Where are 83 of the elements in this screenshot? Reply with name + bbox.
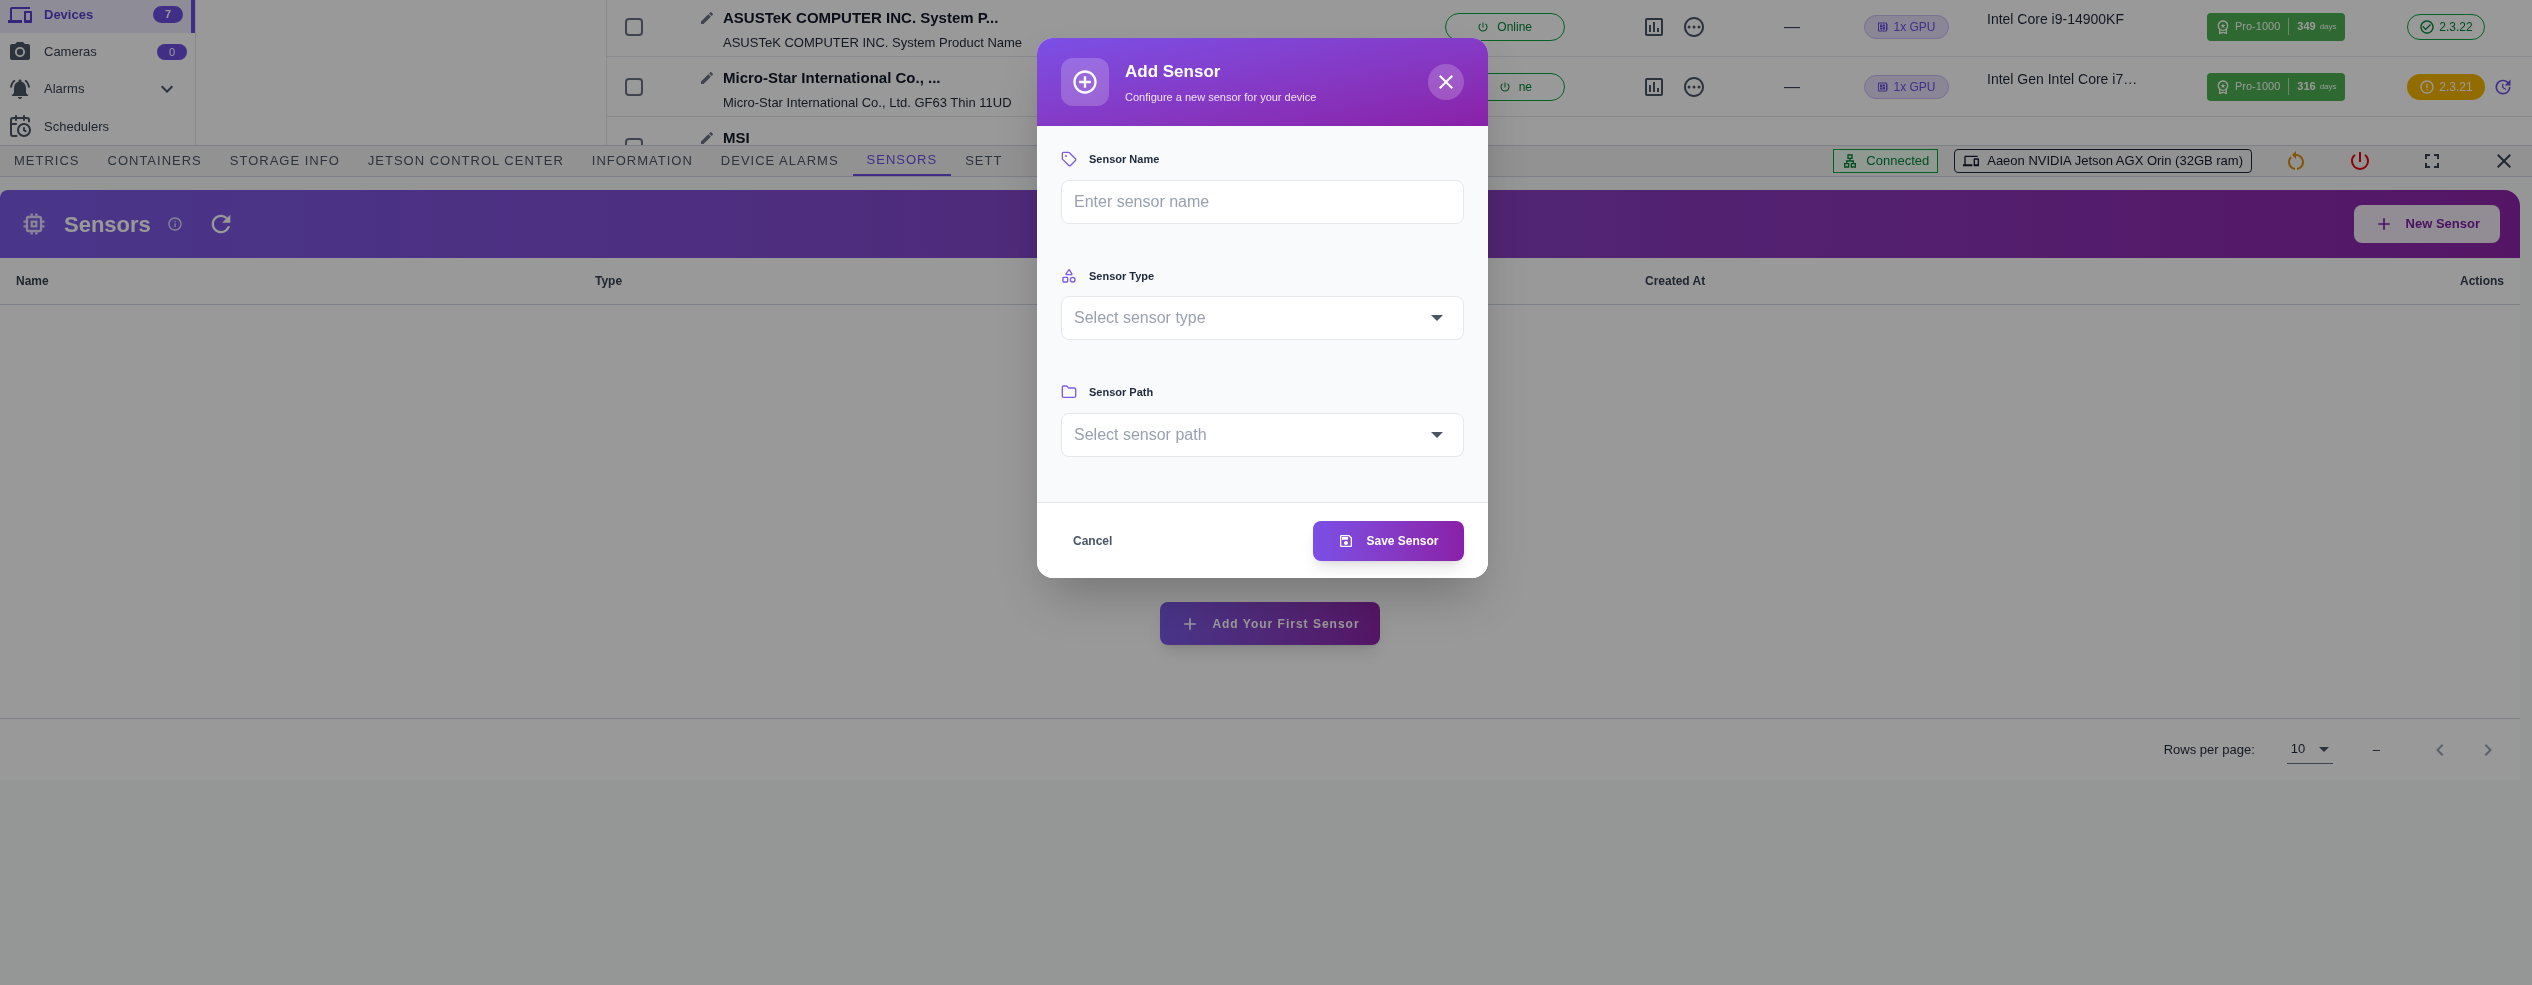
close-button[interactable] (1428, 64, 1464, 100)
sidebar-label: Schedulers (44, 117, 111, 136)
folder-icon (1061, 384, 1077, 401)
device-title: Micro-Star International Co., ... (723, 68, 941, 88)
select-field[interactable]: Select sensor type (1061, 296, 1464, 340)
rows-per-page-label: Rows per page: (2163, 740, 2255, 759)
calendar-clock-icon (8, 114, 32, 139)
table-cell-text: — (1784, 76, 1801, 97)
license-icon (2215, 78, 2231, 95)
rows-per-page-select[interactable]: 10 (2286, 735, 2333, 764)
connection-status: Connected (1833, 149, 1939, 173)
tab[interactable]: STORAGE INFO (215, 146, 354, 176)
device-subtitle: ASUSTeK COMPUTER INC. System Product Name (722, 33, 1023, 52)
edit-icon[interactable] (699, 130, 715, 145)
row-checkbox[interactable] (625, 17, 643, 36)
edit-icon[interactable] (699, 70, 715, 87)
column-header: Type (595, 273, 623, 290)
sidebar-item[interactable]: Alarms (0, 70, 195, 108)
tab[interactable]: INFORMATION (577, 146, 707, 176)
column-header: Name (16, 273, 49, 290)
tab[interactable]: DEVICE ALARMS (706, 146, 853, 176)
check-icon (2419, 18, 2436, 35)
edit-icon[interactable] (699, 10, 715, 27)
count-badge: 0 (156, 43, 187, 61)
save-sensor-button[interactable]: Save Sensor (1313, 520, 1464, 561)
power-icon[interactable] (2348, 149, 2372, 173)
field-label: Sensor Path (1089, 385, 1154, 400)
dialog-title: Add Sensor (1125, 61, 1222, 83)
sidebar-label: Cameras (44, 43, 98, 62)
info-icon[interactable] (166, 216, 183, 232)
device-chip[interactable]: Aaeon NVIDIA Jetson AGX Orin (32GB ram) (1954, 149, 2252, 173)
network-icon (1842, 153, 1859, 169)
more-icon[interactable] (1682, 74, 1706, 99)
license-badge: Pro-1000 349 days (2207, 12, 2345, 41)
cpu-text: Intel Core i9-14900KF (1987, 10, 2125, 29)
sidebar-label: Devices (44, 5, 95, 24)
dropdown-icon (1431, 431, 1443, 438)
tab[interactable]: CONTAINERS (93, 146, 216, 176)
power-icon (1498, 80, 1511, 93)
tab[interactable]: JETSON CONTROL CENTER (353, 146, 578, 176)
count-badge: 7 (152, 6, 183, 23)
field-label: Sensor Name (1089, 152, 1160, 167)
select-field[interactable]: Select sensor path (1061, 412, 1464, 457)
gpu-icon (1877, 20, 1890, 33)
column-header: Actions (2460, 273, 2504, 290)
more-icon[interactable] (1682, 14, 1706, 39)
bell-icon (8, 77, 32, 102)
tab[interactable]: SETT (951, 146, 1017, 176)
add-first-sensor-button[interactable]: Add Your First Sensor (1160, 602, 1380, 645)
tab[interactable]: SENSORS (852, 146, 952, 176)
sidebar-item[interactable]: Schedulers (0, 107, 195, 145)
page-range: – (2372, 740, 2380, 759)
save-icon (1338, 532, 1355, 549)
column-header: Created At (1645, 273, 1706, 290)
shapes-icon (1061, 267, 1077, 284)
field-label: Sensor Type (1089, 268, 1155, 284)
gpu-chip: 1x GPU (1864, 14, 1949, 39)
dialog-subtitle: Configure a new sensor for your device (1125, 89, 1317, 105)
license-badge: Pro-1000 316 days (2207, 72, 2345, 101)
tag-icon (1061, 151, 1077, 168)
device-subtitle: Micro-Star International Co., Ltd. GF63 Thin 11UD (722, 93, 1012, 112)
sidebar-item[interactable]: Cameras 0 (0, 33, 195, 71)
warning-icon (2419, 78, 2436, 95)
sidebar-label: Alarms (44, 80, 86, 99)
cancel-button[interactable]: Cancel (1061, 522, 1125, 559)
dropdown-icon (1431, 315, 1443, 321)
tab[interactable]: METRICS (0, 146, 94, 176)
row-checkbox[interactable] (625, 77, 643, 96)
dropdown-icon (2318, 746, 2329, 752)
sensor-name-field[interactable]: Enter sensor name (1061, 179, 1464, 224)
table-cell-text: — (1784, 16, 1801, 37)
new-sensor-button[interactable]: New Sensor (2353, 205, 2500, 243)
version-pill: 2.3.21 (2407, 73, 2485, 100)
gpu-icon (1877, 80, 1890, 93)
device-title: ASUSTeK COMPUTER INC. System P... (723, 8, 999, 28)
cpu-text: Intel Gen Intel Core i7… (1987, 70, 2139, 89)
gpu-chip: 1x GPU (1864, 74, 1949, 99)
devices-icon (1963, 153, 1980, 169)
panel-title: Sensors (64, 210, 151, 239)
license-icon (2215, 18, 2231, 35)
sidebar-item[interactable]: Devices 7 (0, 0, 195, 34)
device-title: MSI (723, 128, 750, 145)
power-icon (1477, 20, 1490, 33)
